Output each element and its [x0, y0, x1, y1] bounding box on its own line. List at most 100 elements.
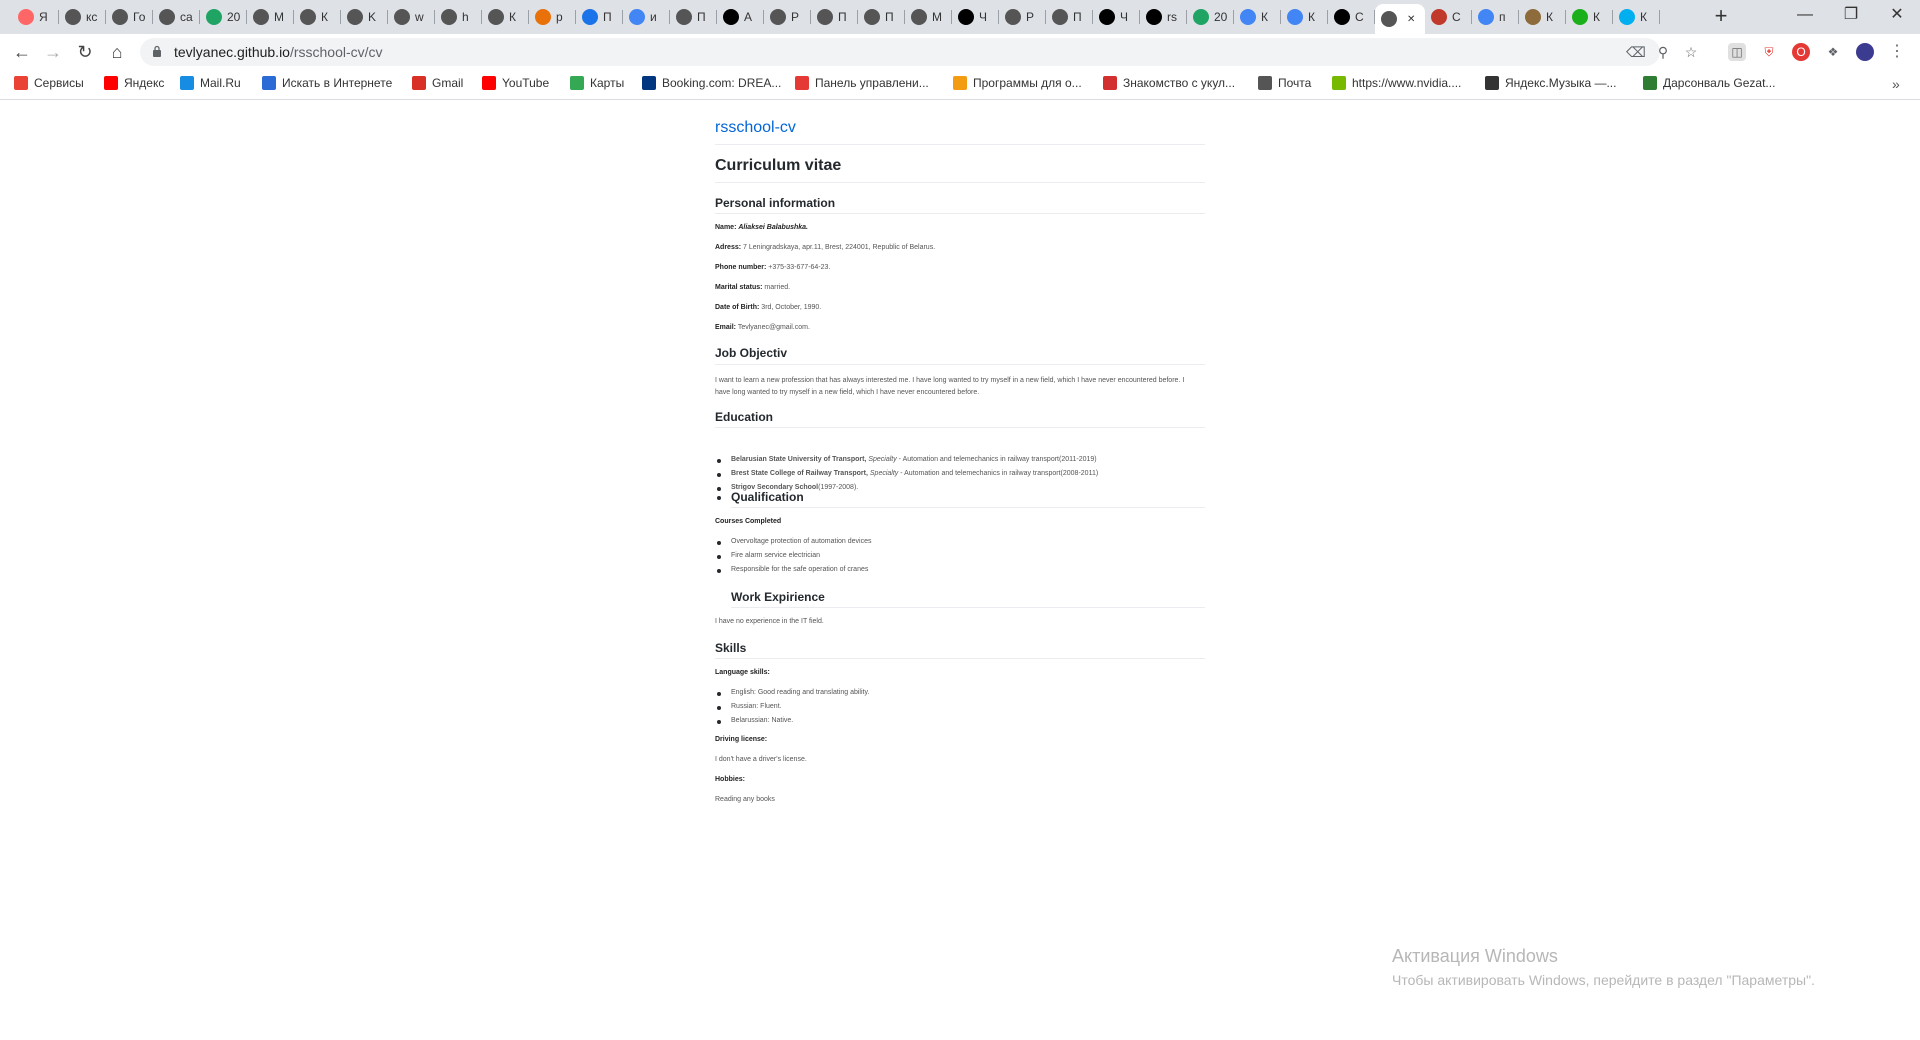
restore-icon[interactable]: ❐ [1828, 0, 1874, 30]
bookmark-item[interactable]: Mail.Ru [180, 76, 241, 90]
windows-activation-title: Активация Windows [1392, 946, 1558, 966]
address-bar[interactable]: tevlyanec.github.io/rsschool-cv/cv ⌫ ⚲ ☆ [140, 38, 1697, 66]
site-title-link[interactable]: rsschool-cv [715, 119, 796, 137]
zoom-icon[interactable]: ⚲ [1654, 43, 1672, 61]
driving-license-label: Driving license: [715, 736, 768, 743]
personal-info-heading: Personal information [715, 196, 836, 210]
minimize-icon[interactable]: — [1782, 0, 1828, 30]
divider [715, 144, 1205, 145]
browser-tab[interactable]: кс [59, 4, 106, 30]
browser-tab[interactable]: П [670, 4, 717, 30]
browser-tab[interactable]: К [1281, 4, 1328, 30]
close-window-icon[interactable]: ✕ [1874, 0, 1920, 30]
browser-tab[interactable]: С [1328, 4, 1375, 30]
web-globe-icon [441, 9, 457, 25]
tab-label: М [274, 10, 284, 24]
tab-label: К [509, 10, 516, 24]
browser-tab[interactable]: К [1234, 4, 1281, 30]
browser-tab[interactable]: Ч [1093, 4, 1140, 30]
bullet [717, 473, 721, 477]
bookmark-item[interactable]: YouTube [482, 76, 549, 90]
bookmark-item[interactable]: https://www.nvidia.... [1332, 76, 1461, 90]
extension-opera-icon[interactable]: O [1792, 43, 1810, 61]
browser-tab[interactable]: П [811, 4, 858, 30]
browser-tab[interactable]: К [1519, 4, 1566, 30]
browser-tab[interactable]: П [576, 4, 623, 30]
browser-tab[interactable]: w [388, 4, 435, 30]
bookmark-item[interactable]: Booking.com: DREA... [642, 76, 781, 90]
bookmark-item[interactable]: Дарсонваль Gezat... [1643, 76, 1775, 90]
avatar[interactable] [1856, 43, 1874, 61]
browser-tab[interactable]: К [1613, 4, 1660, 30]
bookmarks-overflow-icon[interactable]: » [1892, 76, 1900, 92]
translate-icon[interactable]: ⌫ [1626, 43, 1646, 61]
extensions-puzzle-icon[interactable]: ❖ [1824, 43, 1842, 61]
browser-tab[interactable]: Ч [952, 4, 999, 30]
browser-tab[interactable]: п [1472, 4, 1519, 30]
browser-tab[interactable]: Я [12, 4, 59, 30]
bookmark-item[interactable]: Почта [1258, 76, 1311, 90]
browser-tab[interactable]: и [623, 4, 670, 30]
tab-label: М [932, 10, 942, 24]
browser-tab[interactable]: 20 [200, 4, 247, 30]
browser-tab[interactable]: р [529, 4, 576, 30]
menu-dots-icon[interactable]: ⋮ [1888, 43, 1906, 61]
back-arrow-icon[interactable]: ← [10, 40, 34, 64]
url-text: tevlyanec.github.io/rsschool-cv/cv [174, 44, 383, 60]
web-globe-icon [65, 9, 81, 25]
browser-tab[interactable]: Го [106, 4, 153, 30]
bookmark-label: Яндекс.Музыка —... [1505, 76, 1617, 90]
browser-tab[interactable]: h [435, 4, 482, 30]
list-item: Overvoltage protection of automation dev… [731, 538, 872, 545]
home-icon[interactable]: ⌂ [105, 40, 129, 64]
tab-label: К [1308, 10, 1315, 24]
close-tab-icon[interactable]: ✕ [1407, 14, 1415, 25]
bookmark-item[interactable]: Знакомство с укул... [1103, 76, 1235, 90]
tab-label: П [1073, 10, 1082, 24]
browser-tab[interactable]: М [247, 4, 294, 30]
bookmark-item[interactable]: Искать в Интернете [262, 76, 392, 90]
browser-tab[interactable]: П [1046, 4, 1093, 30]
bookmark-item[interactable]: Яндекс.Музыка —... [1485, 76, 1616, 90]
browser-tab[interactable]: П [858, 4, 905, 30]
tab-label: П [838, 10, 847, 24]
job-objective-text: I want to learn a new profession that ha… [715, 377, 1185, 396]
extension-shield-icon[interactable]: ◫ [1728, 43, 1746, 61]
bookmark-item[interactable]: Карты [570, 76, 624, 90]
browser-tab[interactable]: К [482, 4, 529, 30]
google-g-icon [1478, 9, 1494, 25]
name-line: Name: Aliaksei Balabushka. [715, 224, 809, 231]
browser-tab[interactable]: М [905, 4, 952, 30]
browser-tab[interactable]: K [341, 4, 388, 30]
forward-arrow-icon[interactable]: → [41, 40, 65, 64]
bookmark-star-icon[interactable]: ☆ [1682, 43, 1700, 61]
tab-label: Р [1026, 10, 1035, 24]
bullet [717, 496, 721, 500]
bookmark-item[interactable]: Программы для о... [953, 76, 1082, 90]
browser-tab[interactable]: 20 [1187, 4, 1234, 30]
browser-tab[interactable]: А [717, 4, 764, 30]
bullet [717, 706, 721, 710]
bookmark-label: Искать в Интернете [282, 76, 393, 90]
bookmark-item[interactable]: Gmail [412, 76, 463, 90]
browser-tab[interactable]: rs [1140, 4, 1187, 30]
new-tab-button[interactable]: + [1709, 5, 1733, 29]
bookmark-item[interactable]: Панель управлени... [795, 76, 929, 90]
tab-label: Р [791, 10, 800, 24]
hobbies-text: Reading any books [715, 796, 775, 803]
browser-tab[interactable]: ca [153, 4, 200, 30]
extension-guard-icon[interactable]: ⛨ [1760, 43, 1778, 61]
browser-tab[interactable]: Р [999, 4, 1046, 30]
google-docs-icon [1287, 9, 1303, 25]
bookmark-item[interactable]: Сервисы [14, 76, 84, 90]
browser-tab[interactable]: ✕ [1375, 4, 1425, 34]
browser-tab[interactable]: К [294, 4, 341, 30]
qualification-heading: Qualification [731, 490, 804, 504]
play-icon [1485, 76, 1499, 90]
reload-icon[interactable]: ↻ [73, 40, 97, 64]
browser-tab[interactable]: Р [764, 4, 811, 30]
bookmark-item[interactable]: Яндекс [104, 76, 164, 90]
browser-tab[interactable]: К [1566, 4, 1613, 30]
browser-tab[interactable]: С [1425, 4, 1472, 30]
divider [715, 364, 1205, 365]
